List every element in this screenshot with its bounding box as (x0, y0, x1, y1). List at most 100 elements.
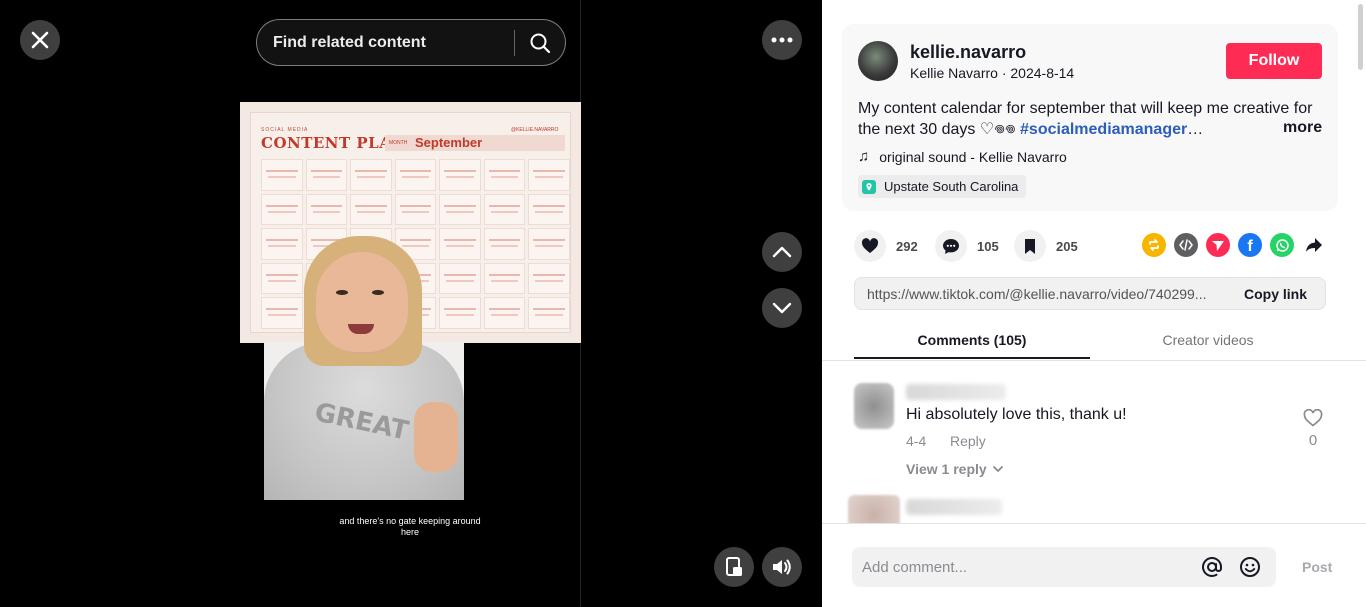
embed-code-icon (1179, 239, 1193, 251)
calendar-handle: @KELLIE.NAVARRO (511, 127, 559, 133)
calendar-day-cell (528, 297, 570, 329)
favorite-button[interactable]: 205 (1014, 230, 1078, 262)
close-icon (31, 31, 49, 49)
chevron-down-icon (772, 302, 792, 314)
comment-reply-button[interactable]: Reply (950, 433, 986, 449)
search-bar[interactable]: Find related content (256, 19, 566, 66)
next-video-button[interactable] (762, 288, 802, 328)
heart-icon (854, 230, 886, 262)
share-url[interactable]: https://www.tiktok.com/@kellie.navarro/v… (855, 286, 1232, 302)
commenter-avatar[interactable] (854, 383, 894, 429)
commenter-name-redacted[interactable] (906, 499, 1002, 515)
more-dots-icon (771, 37, 793, 43)
calendar-day-cell (261, 193, 303, 226)
chevron-down-icon (992, 466, 1003, 473)
location-pin-icon (862, 179, 876, 194)
repost-button[interactable] (1142, 233, 1166, 257)
calendar-day-cell (528, 159, 570, 191)
search-button[interactable] (515, 32, 565, 54)
copy-link-button[interactable]: Copy link (1232, 286, 1325, 302)
view-replies-button[interactable]: View 1 reply (906, 461, 1005, 477)
comment-like-count: 0 (1308, 432, 1318, 449)
calendar-day-cell (528, 262, 570, 295)
calendar-day-cell (350, 159, 392, 191)
panel-scrollbar[interactable] (1358, 4, 1363, 70)
calendar-month: September (415, 135, 483, 150)
creator-meta: Kellie Navarro · 2024-8-14 (910, 65, 1074, 81)
tab-comments[interactable]: Comments (105) (854, 332, 1090, 348)
bookmark-icon (1014, 230, 1046, 262)
calendar-day-cell (439, 159, 481, 191)
commenter-avatar[interactable] (848, 495, 900, 523)
sound-link[interactable]: ♫ original sound - Kellie Navarro (858, 148, 1067, 165)
panel-tabs: Comments (105) Creator videos (822, 320, 1366, 361)
post-info-card: kellie.navarro Kellie Navarro · 2024-8-1… (842, 24, 1338, 211)
comment-like-button[interactable] (1302, 408, 1324, 432)
location-name: Upstate South Carolina (884, 179, 1019, 194)
tab-creator-videos[interactable]: Creator videos (1090, 332, 1326, 348)
left-eye (336, 290, 348, 295)
comment-button[interactable]: 105 (935, 230, 999, 262)
comment-text: Hi absolutely love this, thank u! (906, 406, 1127, 423)
comment-composer: Add comment... Post (822, 523, 1366, 607)
follow-button[interactable]: Follow (1226, 43, 1322, 79)
facebook-icon: f (1247, 237, 1253, 255)
emoji-button[interactable] (1238, 555, 1262, 579)
share-facebook-button[interactable]: f (1238, 233, 1262, 257)
favorite-count: 205 (1056, 238, 1078, 254)
close-button[interactable] (20, 20, 60, 60)
calendar-day-cell (439, 193, 481, 226)
comment-input[interactable]: Add comment... (852, 547, 1276, 587)
more-options-button[interactable] (762, 20, 802, 60)
at-sign-icon (1202, 557, 1222, 577)
calendar-day-cell (483, 297, 526, 329)
comment-icon (935, 230, 967, 262)
comment-date: 4-4 (906, 433, 927, 449)
view-replies-label: View 1 reply (906, 461, 987, 477)
commenter-name-redacted[interactable] (906, 384, 1006, 400)
calendar-small-label: SOCIAL MEDIA (261, 127, 309, 133)
previous-video-button[interactable] (762, 232, 802, 272)
description-ellipsis: … (1187, 121, 1204, 138)
send-to-friends-button[interactable] (1206, 233, 1230, 257)
comment-placeholder[interactable]: Add comment... (852, 559, 1200, 576)
creator-username[interactable]: kellie.navarro (910, 42, 1026, 63)
more-share-button[interactable] (1302, 233, 1326, 257)
embed-button[interactable] (1174, 233, 1198, 257)
emoji-icon (1240, 557, 1260, 577)
paper-plane-icon (1212, 241, 1224, 251)
calendar-month-label: MONTH (389, 140, 408, 146)
more-button[interactable]: more (1277, 119, 1323, 137)
location-chip[interactable]: Upstate South Carolina (858, 175, 1027, 198)
like-button[interactable]: 292 (854, 230, 918, 262)
whatsapp-icon (1275, 238, 1289, 252)
post-comment-button[interactable]: Post (1302, 559, 1332, 575)
comment-count: 105 (977, 238, 999, 254)
calendar-day-cell (483, 228, 526, 260)
post-description: My content calendar for september that w… (858, 98, 1328, 140)
hashtag-link[interactable]: #socialmediamanager (1020, 121, 1187, 138)
share-whatsapp-button[interactable] (1270, 233, 1294, 257)
face (316, 252, 408, 352)
video-caption: and there's no gate keeping around here (339, 516, 481, 537)
hand (414, 402, 458, 472)
volume-button[interactable] (762, 547, 802, 587)
repost-icon (1149, 239, 1159, 251)
floating-player-button[interactable] (714, 547, 754, 587)
creator-avatar[interactable] (858, 41, 898, 81)
volume-icon (773, 559, 791, 575)
calendar-month-box: MONTH September (385, 135, 565, 151)
calendar-day-cell (261, 159, 303, 191)
sound-title: original sound - Kellie Navarro (879, 148, 1067, 165)
search-icon (530, 33, 551, 53)
meta-separator: · (997, 65, 1011, 81)
search-input[interactable]: Find related content (257, 34, 514, 52)
calendar-day-cell (528, 228, 570, 260)
mention-button[interactable] (1200, 555, 1224, 579)
floating-player-icon (726, 557, 742, 576)
like-count: 292 (896, 238, 918, 254)
video-player[interactable]: SOCIAL MEDIA CONTENT PLAN MONTH Septembe… (0, 0, 822, 607)
calendar-day-cell (305, 159, 348, 191)
creator-display-name: Kellie Navarro (910, 65, 998, 81)
creator-figure: GREAT (264, 232, 464, 500)
